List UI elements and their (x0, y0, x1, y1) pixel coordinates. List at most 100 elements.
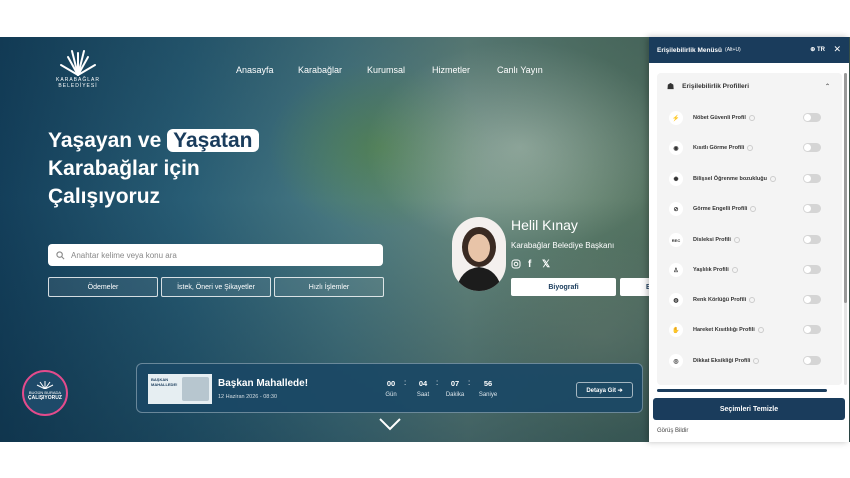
info-icon[interactable] (753, 358, 760, 364)
a11y-profiles-list: ☗ Erişilebilirlik Profilleri ⌃ ⚡ Nöbet G… (657, 73, 842, 385)
vertical-scrollbar[interactable] (844, 73, 847, 385)
info-icon[interactable] (749, 297, 756, 303)
profile-toggle[interactable] (803, 235, 821, 244)
chevron-down-icon[interactable] (378, 417, 402, 436)
nav-karabaglar[interactable]: Karabağlar (298, 65, 342, 75)
profile-label: Nöbet Güvenli Profil (693, 115, 746, 121)
badge-logo-icon (36, 381, 54, 390)
headline-highlight: Yaşatan (167, 129, 259, 152)
event-title: Başkan Mahallede! (218, 378, 309, 389)
facebook-icon[interactable]: f (528, 259, 531, 270)
profile-toggle[interactable] (803, 113, 821, 122)
profile-kisitli-gorme[interactable]: ◉ Kısıtlı Görme Profili (669, 137, 829, 159)
thumb-label: BAŞKAN MAHALLEDE! (151, 377, 178, 387)
profile-dikkat-eksikligi[interactable]: ◎ Dikkat Eksikliği Profili (669, 350, 829, 372)
profile-label: Kısıtlı Görme Profili (693, 145, 745, 151)
profile-icon: ✋ (669, 323, 683, 337)
profile-yaslilik[interactable]: ♙ Yaşlılık Profili (669, 259, 829, 281)
profile-toggle[interactable] (803, 295, 821, 304)
nav-canli-yayin[interactable]: Canlı Yayın (497, 65, 543, 75)
horizontal-scrollbar[interactable] (657, 389, 827, 392)
profile-renk-korlugu[interactable]: ◍ Renk Körlüğü Profili (669, 289, 829, 311)
info-icon[interactable] (750, 206, 757, 212)
profile-label: Hareket Kısıtlılığı Profili (693, 327, 755, 333)
headline-line-2: Karabağlar için (48, 157, 200, 180)
profile-disleksi[interactable]: REC Disleksi Profili (669, 229, 829, 251)
countdown-minutes: 07 Dakika (445, 379, 465, 398)
odemeler-button[interactable]: Ödemeler (48, 277, 158, 297)
profile-icon: ⚡ (669, 111, 683, 125)
search-placeholder: Anahtar kelime veya konu ara (71, 250, 177, 260)
info-icon[interactable] (733, 237, 740, 243)
profile-toggle[interactable] (803, 325, 821, 334)
profile-icon: REC (669, 233, 683, 247)
search-icon (56, 250, 65, 259)
biyografi-button[interactable]: Biyografi (511, 278, 616, 296)
chevron-up-icon: ⌃ (824, 83, 830, 90)
globe-icon: ⊕ (810, 47, 816, 53)
mayor-name: Helil Kınay (511, 217, 578, 233)
nav-kurumsal[interactable]: Kurumsal (367, 65, 405, 75)
profile-toggle[interactable] (803, 174, 821, 183)
profile-toggle[interactable] (803, 265, 821, 274)
profile-toggle[interactable] (803, 356, 821, 365)
search-input[interactable]: Anahtar kelime veya konu ara (48, 244, 383, 266)
mayor-title: Karabağlar Belediye Başkanı (511, 241, 615, 250)
profile-toggle[interactable] (803, 143, 821, 152)
clear-selections-button[interactable]: Seçimleri Temizle (653, 398, 845, 420)
profile-toggle[interactable] (803, 204, 821, 213)
language-selector[interactable]: ⊕ TR (810, 46, 825, 53)
profile-label: Yaşlılık Profili (693, 267, 729, 273)
countdown-colon: : (468, 378, 471, 387)
thumb-photo (182, 377, 209, 401)
info-icon[interactable] (747, 145, 754, 151)
headline-line-3: Çalışıyoruz (48, 185, 161, 208)
profile-bilissel-ogrenme[interactable]: ✺ Bilişsel Öğrenme bozukluğu (669, 168, 829, 190)
profile-icon: ✺ (669, 172, 683, 186)
karabaglar-logo[interactable]: KARABAĞLAR BELEDİYESİ (48, 45, 108, 89)
countdown-seconds: 56 Saniye (478, 379, 498, 398)
hizli-islemler-button[interactable]: Hızlı İşlemler (274, 277, 384, 297)
profile-label: Dikkat Eksikliği Profili (693, 358, 751, 364)
instagram-icon[interactable] (511, 259, 521, 272)
feedback-link[interactable]: Görüş Bildir (657, 428, 688, 434)
mayor-avatar (452, 217, 506, 291)
event-thumbnail: BAŞKAN MAHALLEDE! (148, 374, 212, 404)
badge-line-2: ÇALIŞIYORUZ (28, 395, 62, 401)
istek-oneri-button[interactable]: İstek, Öneri ve Şikayetler (161, 277, 271, 297)
detaya-git-button[interactable]: Detaya Git ➔ (576, 382, 633, 398)
nav-anasayfa[interactable]: Anasayfa (236, 65, 274, 75)
event-date: 12 Haziran 2026 - 08:30 (218, 394, 278, 400)
language-label: TR (817, 47, 825, 53)
profile-label: Görme Engelli Profili (693, 206, 748, 212)
a11y-profiles-section[interactable]: ☗ Erişilebilirlik Profilleri ⌃ (657, 73, 842, 99)
countdown-days: 00 Gün (385, 379, 397, 398)
a11y-shortcut: (Alt+U) (725, 47, 741, 53)
section-title: Erişilebilirlik Profilleri (682, 82, 750, 90)
profile-gorme-engelli[interactable]: ⊘ Görme Engelli Profili (669, 198, 829, 220)
profile-label: Bilişsel Öğrenme bozukluğu (693, 176, 767, 182)
headline-text: Yaşayan ve (48, 129, 162, 152)
person-icon: ☗ (667, 81, 675, 91)
scrollbar-thumb[interactable] (844, 73, 847, 303)
info-icon[interactable] (748, 115, 755, 121)
page: KARABAĞLAR BELEDİYESİ Anasayfa Karabağla… (0, 0, 850, 478)
x-twitter-icon[interactable]: 𝕏 (542, 259, 550, 270)
close-icon[interactable]: ✕ (833, 44, 841, 55)
profile-hareket-kisitliligi[interactable]: ✋ Hareket Kısıtlılığı Profili (669, 319, 829, 341)
profile-icon: ◍ (669, 293, 683, 307)
info-icon[interactable] (757, 327, 764, 333)
logo-text: KARABAĞLAR BELEDİYESİ (56, 77, 100, 89)
info-icon[interactable] (769, 176, 776, 182)
profile-icon: ◎ (669, 354, 683, 368)
accessibility-panel: Erişilebilirlik Menüsü (Alt+U) ⊕ TR ✕ ☗ … (649, 37, 849, 442)
countdown-colon: : (436, 378, 439, 387)
profile-label: Renk Körlüğü Profili (693, 297, 747, 303)
a11y-title: Erişilebilirlik Menüsü (657, 46, 723, 54)
nav-hizmetler[interactable]: Hizmetler (432, 65, 470, 75)
profile-nobet-guvenli[interactable]: ⚡ Nöbet Güvenli Profil (669, 107, 829, 129)
countdown-colon: : (404, 378, 407, 387)
info-icon[interactable] (731, 267, 738, 273)
bugun-burada-badge[interactable]: BUGÜN BURADA ÇALIŞIYORUZ (22, 370, 68, 416)
profile-label: Disleksi Profili (693, 237, 731, 243)
